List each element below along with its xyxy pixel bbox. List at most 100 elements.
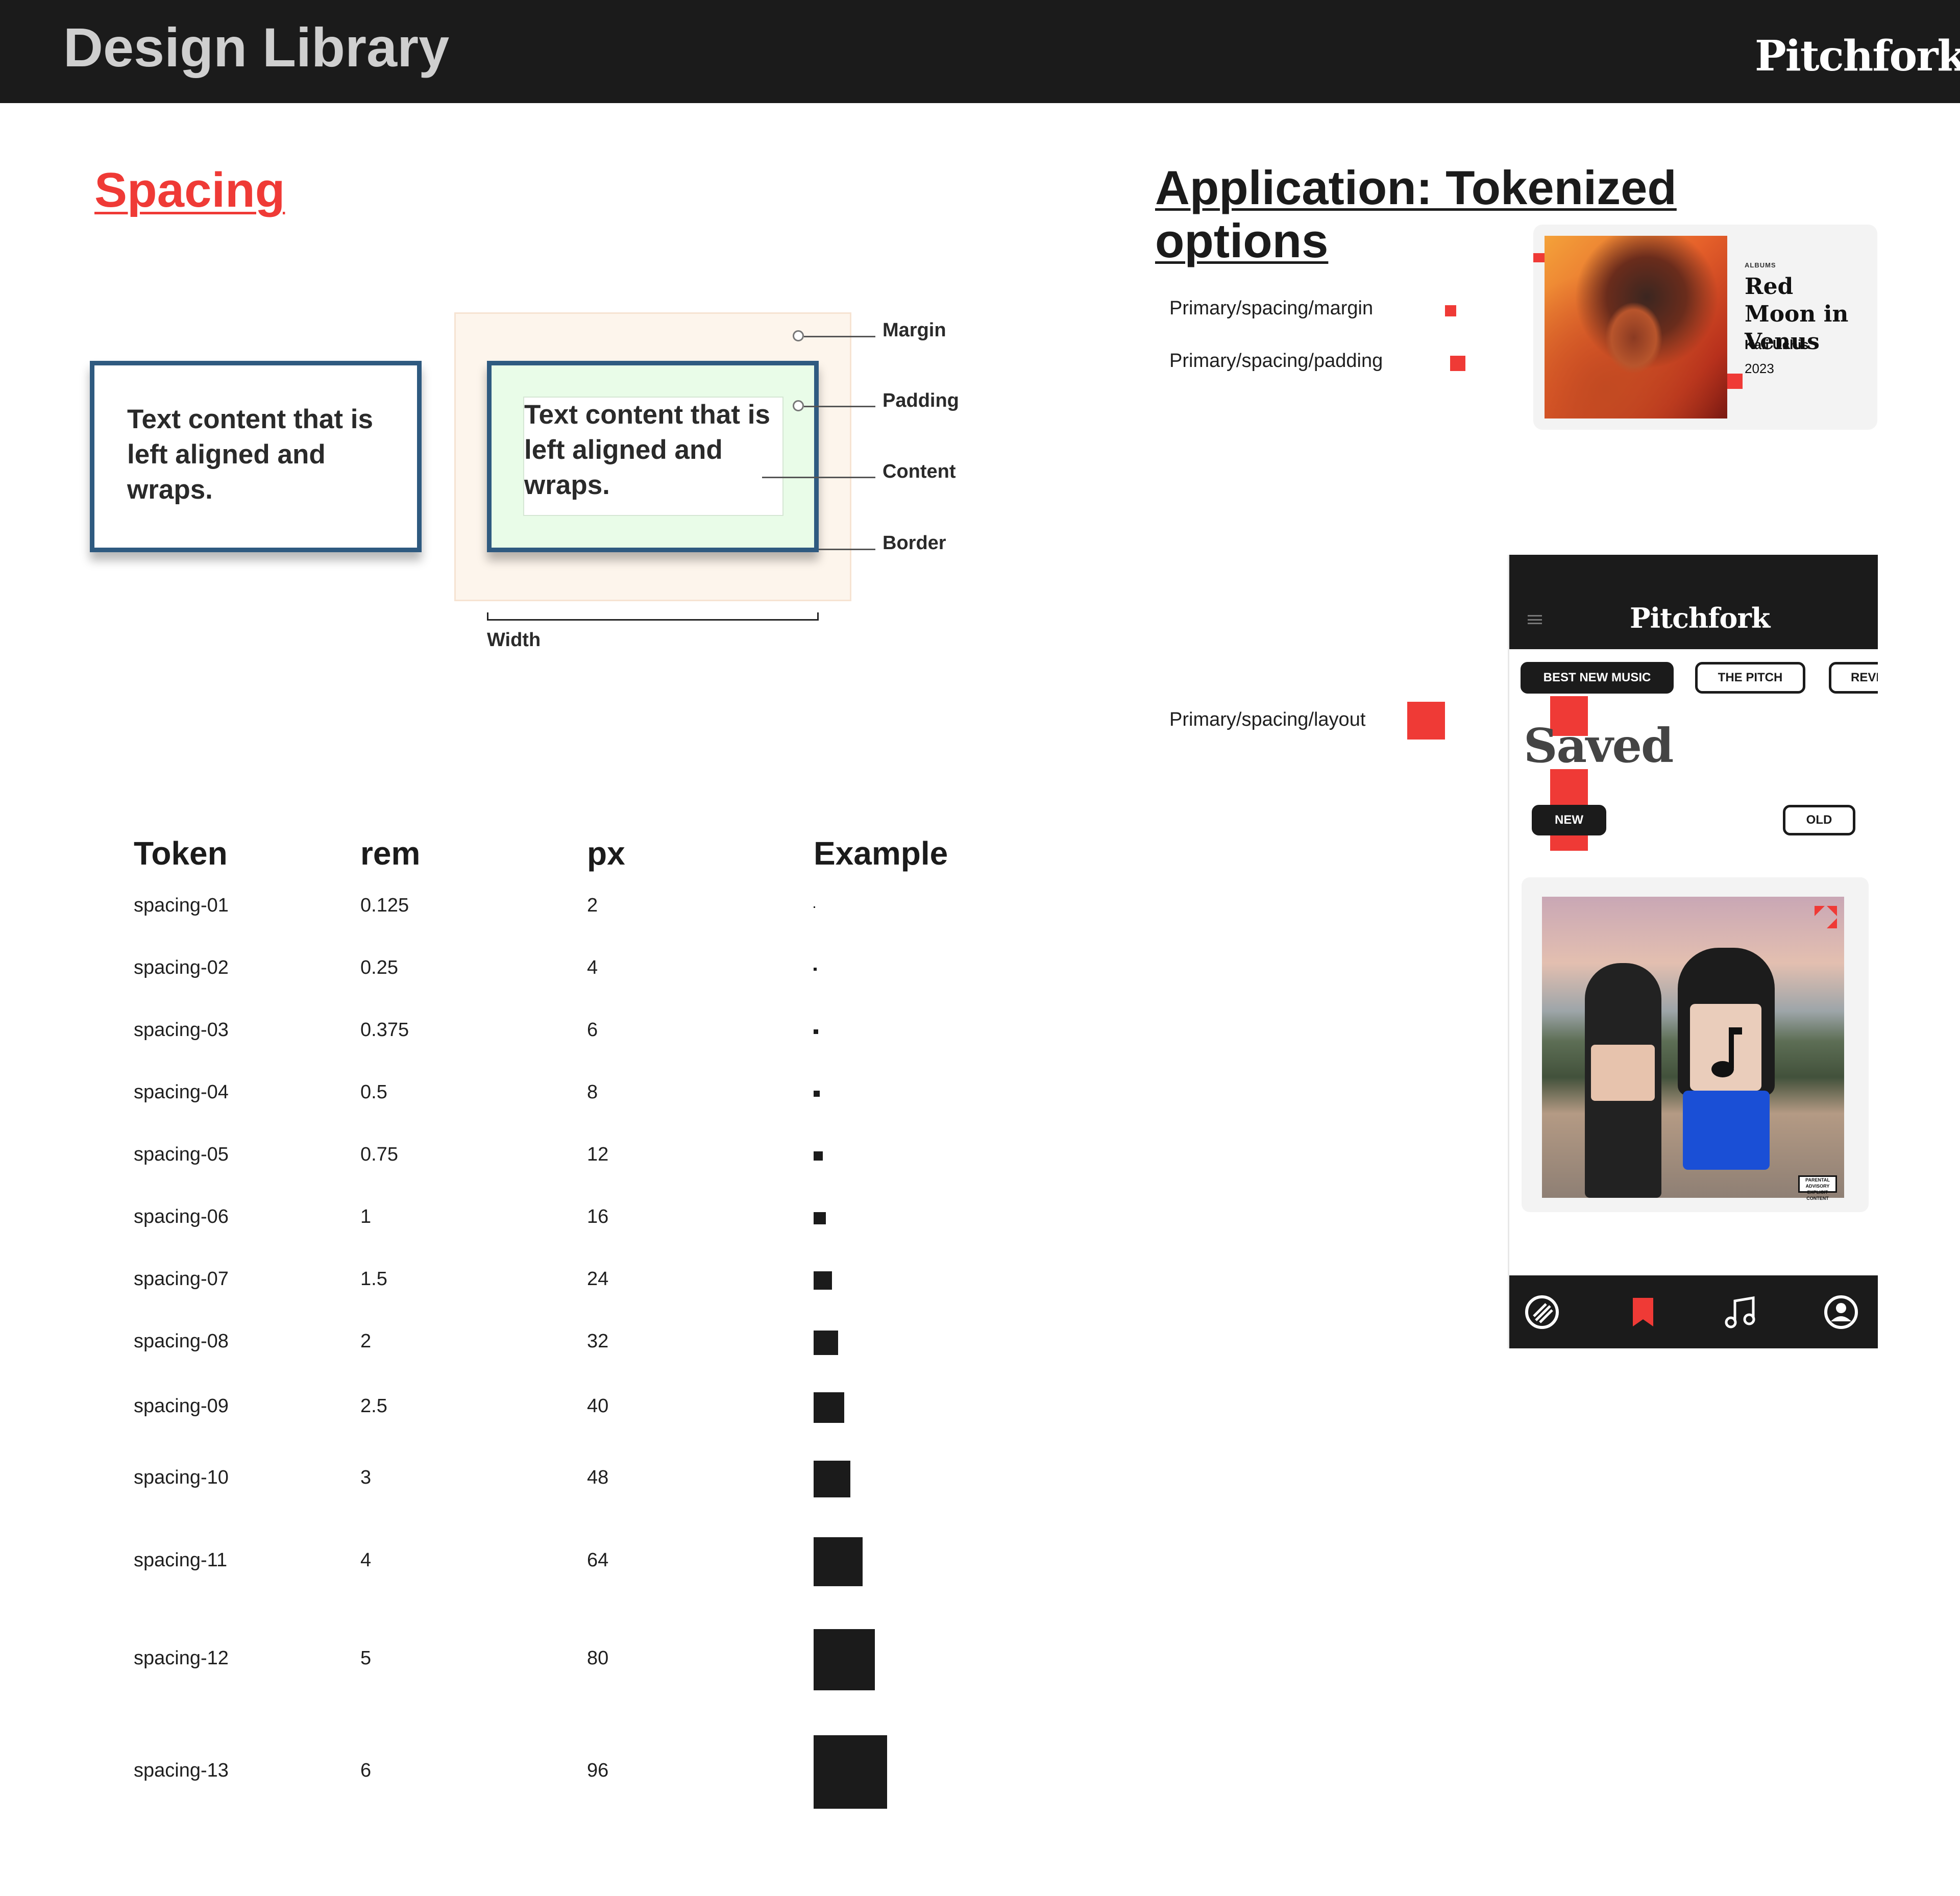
token-name: spacing-04 xyxy=(134,1081,229,1103)
token-example-swatch xyxy=(814,906,815,908)
margin-indicator-left xyxy=(1533,253,1545,262)
token-name: spacing-07 xyxy=(134,1268,229,1290)
margin-marker xyxy=(793,330,804,341)
token-example-swatch xyxy=(814,1091,820,1097)
token-px: 4 xyxy=(587,957,598,978)
filter-new-button[interactable]: NEW xyxy=(1532,805,1606,835)
filter-old-button[interactable]: OLD xyxy=(1783,805,1855,835)
menu-icon[interactable] xyxy=(1528,615,1542,624)
column-header-token: Token xyxy=(134,835,228,872)
option-padding-swatch xyxy=(1450,356,1465,371)
option-margin-swatch xyxy=(1445,305,1456,316)
token-example-swatch xyxy=(814,1271,832,1290)
box-model-text: Text content that is left aligned and wr… xyxy=(524,400,770,500)
token-px: 6 xyxy=(587,1019,598,1041)
chip-reviews[interactable]: REVI xyxy=(1829,662,1878,694)
bottom-tab-bar xyxy=(1509,1275,1878,1348)
home-logo-icon[interactable] xyxy=(1524,1294,1560,1331)
phone-brand-logo[interactable]: Pitchfork xyxy=(1630,602,1770,634)
token-px: 16 xyxy=(587,1206,609,1227)
photo-figure-left-torso xyxy=(1591,1045,1655,1101)
margin-leader xyxy=(804,336,875,337)
token-name: spacing-12 xyxy=(134,1647,229,1669)
token-rem: 4 xyxy=(360,1549,372,1571)
saved-title: Saved xyxy=(1524,718,1674,773)
token-px: 64 xyxy=(587,1549,609,1571)
album-year: 2023 xyxy=(1745,361,1774,376)
label-content: Content xyxy=(883,461,956,482)
music-note-icon[interactable] xyxy=(1723,1294,1759,1331)
music-note-tattoo xyxy=(1711,1027,1742,1077)
column-header-rem: rem xyxy=(360,835,421,872)
token-px: 48 xyxy=(587,1467,609,1488)
token-rem: 1 xyxy=(360,1206,372,1227)
token-rem: 2 xyxy=(360,1331,372,1352)
chip-the-pitch[interactable]: THE PITCH xyxy=(1695,662,1805,694)
profile-icon[interactable] xyxy=(1823,1294,1859,1331)
column-header-px: px xyxy=(587,835,625,872)
token-rem: 2.5 xyxy=(360,1395,387,1417)
brand-logo: Pitchfork xyxy=(1755,32,1960,81)
photo-figure-right-shorts xyxy=(1683,1091,1770,1170)
label-border: Border xyxy=(883,532,946,554)
token-px: 24 xyxy=(587,1268,609,1290)
label-padding: Padding xyxy=(883,390,959,411)
token-example-swatch xyxy=(814,1629,875,1690)
option-layout-swatch xyxy=(1407,702,1445,740)
token-example-swatch xyxy=(814,968,817,971)
token-px: 40 xyxy=(587,1395,609,1417)
token-name: spacing-13 xyxy=(134,1760,229,1781)
token-name: spacing-02 xyxy=(134,957,229,978)
token-rem: 0.125 xyxy=(360,895,409,916)
label-width: Width xyxy=(487,629,541,651)
section-heading-spacing: Spacing xyxy=(94,163,285,217)
label-margin: Margin xyxy=(883,319,946,341)
album-artist[interactable]: Kali Uchis xyxy=(1745,337,1809,353)
example-box-text: Text content that is left aligned and wr… xyxy=(127,404,373,505)
token-px: 2 xyxy=(587,895,598,916)
application-heading-line2: options xyxy=(1155,214,1329,267)
parental-advisory-label: PARENTAL ADVISORY EXPLICIT CONTENT xyxy=(1798,1175,1837,1201)
token-rem: 0.75 xyxy=(360,1144,398,1165)
padding-leader xyxy=(804,406,875,407)
token-example-swatch xyxy=(814,1735,887,1809)
token-example-swatch xyxy=(814,1331,838,1355)
token-example-swatch xyxy=(814,1461,850,1497)
token-name: spacing-09 xyxy=(134,1395,229,1417)
column-header-example: Example xyxy=(814,835,948,872)
phone-header: Pitchfork xyxy=(1509,555,1878,649)
bookmark-icon[interactable] xyxy=(1625,1294,1661,1331)
token-name: spacing-06 xyxy=(134,1206,229,1227)
token-rem: 6 xyxy=(360,1760,372,1781)
token-name: spacing-01 xyxy=(134,895,229,916)
token-example-swatch xyxy=(814,1029,818,1034)
token-px: 96 xyxy=(587,1760,609,1781)
album-kicker: ALBUMS xyxy=(1745,261,1776,269)
padding-marker xyxy=(793,400,804,411)
token-name: spacing-08 xyxy=(134,1331,229,1352)
application-heading-line1: Application: Tokenized xyxy=(1155,161,1677,214)
border-leader xyxy=(819,549,875,550)
token-name: spacing-10 xyxy=(134,1467,229,1488)
chip-best-new-music[interactable]: BEST NEW MUSIC xyxy=(1521,662,1674,694)
token-example-swatch xyxy=(814,1212,826,1224)
token-example-swatch xyxy=(814,1392,844,1423)
token-rem: 0.25 xyxy=(360,957,398,978)
album-cover-image xyxy=(1545,236,1727,418)
option-layout-label: Primary/spacing/layout xyxy=(1169,709,1366,730)
token-rem: 5 xyxy=(360,1647,372,1669)
top-bar: Design Library Pitchfork xyxy=(0,0,1960,103)
pitchfork-arrows-icon xyxy=(1815,906,1837,928)
content-leader xyxy=(762,477,875,478)
width-bracket xyxy=(487,612,819,621)
padding-indicator xyxy=(1727,374,1743,389)
page-title: Design Library xyxy=(63,16,450,78)
phone-mockup: Pitchfork BEST NEW MUSIC THE PITCH REVI … xyxy=(1508,555,1878,1348)
option-padding-label: Primary/spacing/padding xyxy=(1169,350,1383,372)
token-px: 12 xyxy=(587,1144,609,1165)
token-example-swatch xyxy=(814,1537,863,1586)
token-name: spacing-03 xyxy=(134,1019,229,1041)
example-box-plain: Text content that is left aligned and wr… xyxy=(90,361,422,552)
token-rem: 3 xyxy=(360,1467,372,1488)
token-rem: 0.375 xyxy=(360,1019,409,1041)
